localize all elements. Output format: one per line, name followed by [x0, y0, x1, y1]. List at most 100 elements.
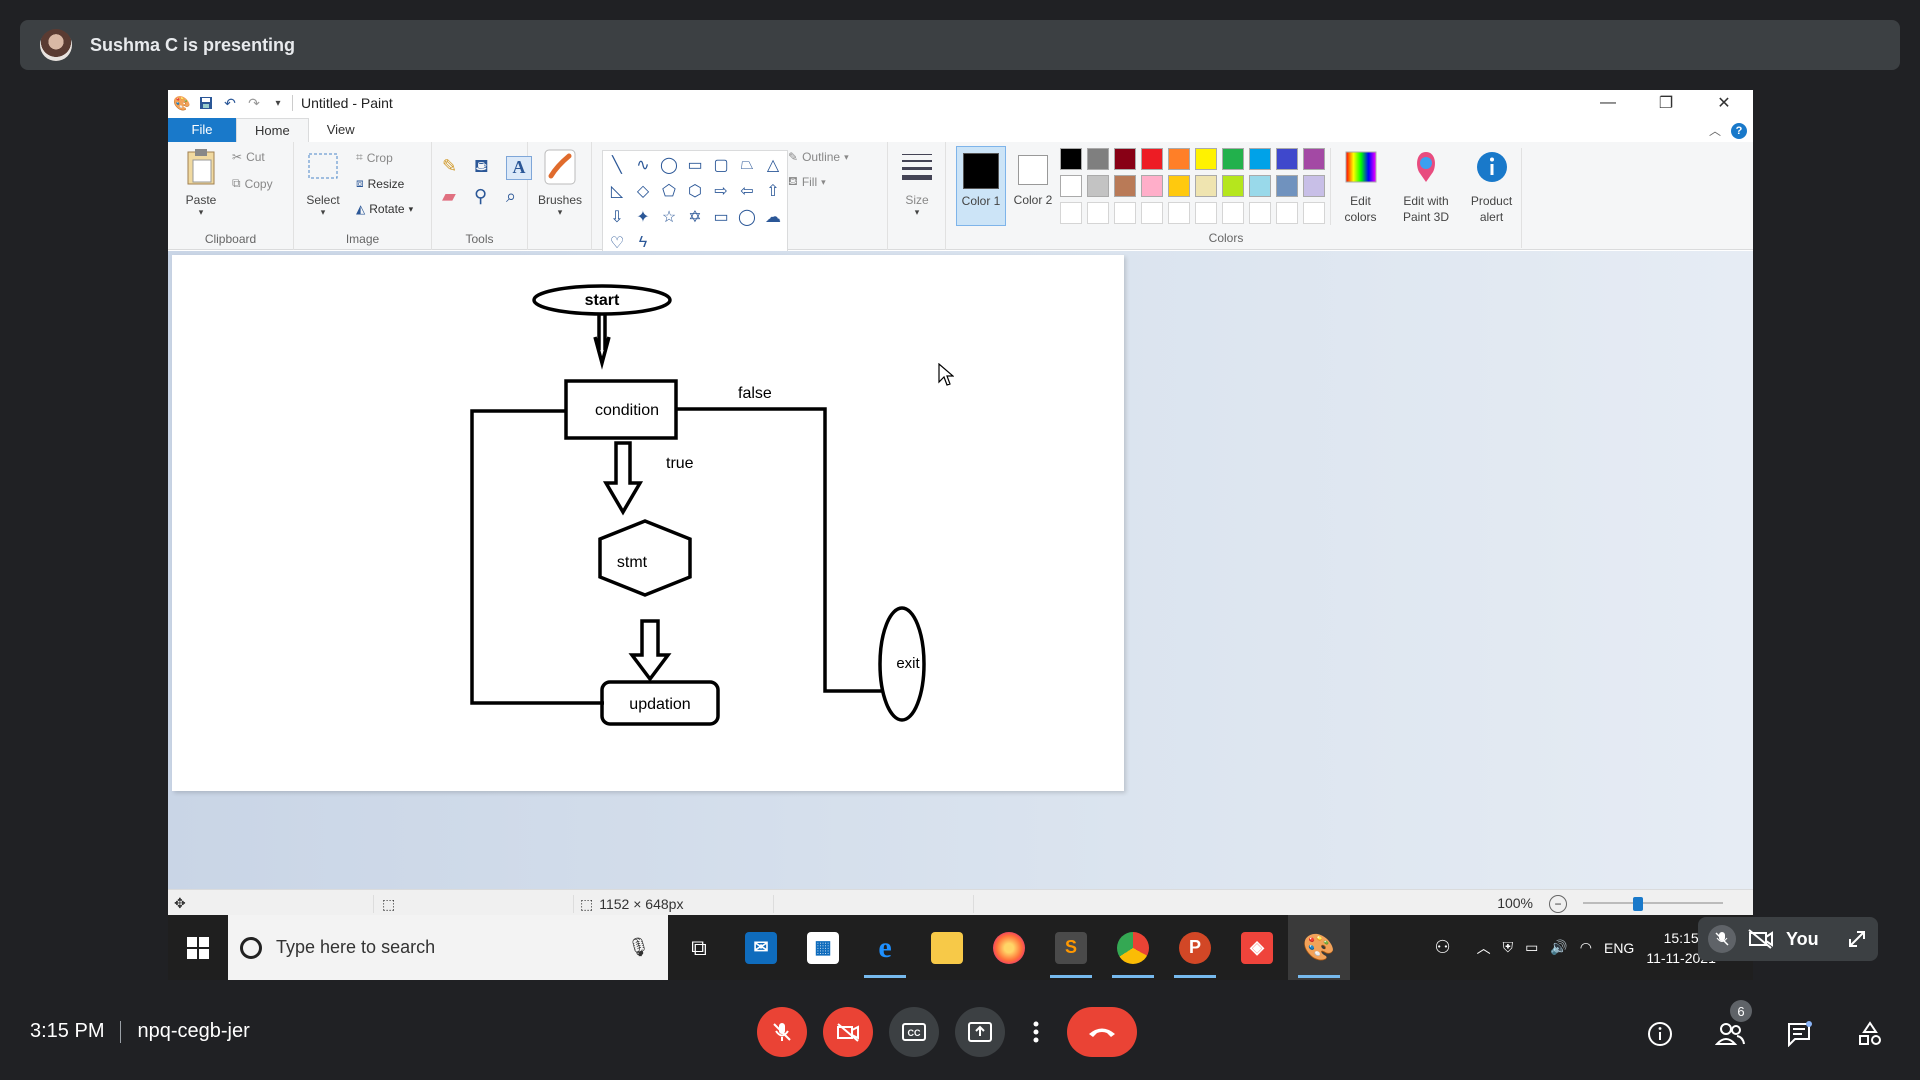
color-swatch[interactable]: [1141, 175, 1163, 197]
crop-button[interactable]: ⌗ Crop: [356, 150, 393, 165]
color-swatch[interactable]: [1168, 148, 1190, 170]
chat-button[interactable]: [1780, 1014, 1820, 1054]
more-options-button[interactable]: [1021, 1007, 1051, 1057]
color-swatch[interactable]: [1168, 175, 1190, 197]
taskbar-chrome[interactable]: [1102, 915, 1164, 980]
tab-file[interactable]: File: [168, 118, 236, 142]
size-button[interactable]: Size ▾: [894, 148, 940, 218]
redo-icon[interactable]: ↷: [246, 95, 262, 111]
taskbar-firefox[interactable]: [978, 915, 1040, 980]
security-icon[interactable]: ⛨: [1503, 939, 1514, 956]
taskbar-anydesk[interactable]: ◈: [1226, 915, 1288, 980]
fill-bucket-icon[interactable]: ⛾: [474, 156, 500, 180]
color-swatch[interactable]: [1222, 148, 1244, 170]
resize-button[interactable]: ⧈ Resize: [356, 176, 404, 191]
custom-color-swatch[interactable]: [1141, 202, 1163, 224]
leave-call-button[interactable]: [1067, 1007, 1137, 1057]
customize-quick-access-icon[interactable]: ▾: [270, 95, 286, 111]
copy-button[interactable]: ⧉ Copy: [232, 176, 273, 191]
custom-color-swatch[interactable]: [1303, 202, 1325, 224]
color-swatch[interactable]: [1303, 175, 1325, 197]
paste-button[interactable]: Paste ▾: [176, 148, 226, 218]
color-swatch[interactable]: [1222, 175, 1244, 197]
color-swatch[interactable]: [1060, 148, 1082, 170]
present-now-button[interactable]: [955, 1007, 1005, 1057]
tab-view[interactable]: View: [309, 118, 373, 142]
pencil-icon[interactable]: ✎: [442, 156, 468, 180]
language-indicator[interactable]: ENG: [1604, 940, 1634, 956]
undo-icon[interactable]: ↶: [222, 95, 238, 111]
self-view-tile[interactable]: You: [1698, 917, 1878, 961]
mic-toggle-button[interactable]: [757, 1007, 807, 1057]
activities-button[interactable]: [1850, 1014, 1890, 1054]
color-palette[interactable]: [1060, 148, 1325, 224]
taskbar-mail[interactable]: ✉: [730, 915, 792, 980]
meeting-details-button[interactable]: [1640, 1014, 1680, 1054]
fill-button[interactable]: ⛾ Fill ▾: [788, 174, 826, 190]
start-button[interactable]: [168, 915, 228, 980]
task-view-button[interactable]: ⧉: [668, 915, 730, 980]
volume-icon[interactable]: 🔊: [1550, 939, 1567, 956]
custom-color-swatch[interactable]: [1249, 202, 1271, 224]
color-swatch[interactable]: [1141, 148, 1163, 170]
shapes-gallery[interactable]: ╲ ∿ ◯ ▭ ▢ ⏢ △ ◺ ◇ ⬠ ⬡ ⇨ ⇦ ⇧ ⇩ ✦ ☆ ✡ ▭ ◯ ☁ ♡ ϟ: [602, 150, 788, 258]
save-icon[interactable]: [198, 95, 214, 111]
zoom-slider[interactable]: [1583, 897, 1723, 911]
taskbar-powerpoint[interactable]: P: [1164, 915, 1226, 980]
custom-color-swatch[interactable]: [1168, 202, 1190, 224]
edit-colors-button[interactable]: Edit colors: [1330, 148, 1390, 225]
custom-color-swatch[interactable]: [1195, 202, 1217, 224]
color-swatch[interactable]: [1303, 148, 1325, 170]
people-icon[interactable]: ⚇: [1434, 937, 1450, 958]
expand-icon[interactable]: [1846, 928, 1868, 950]
show-hidden-icons[interactable]: ︿: [1477, 938, 1491, 958]
battery-icon[interactable]: ▭: [1525, 939, 1538, 956]
paint-app-icon[interactable]: 🎨: [173, 95, 190, 111]
drawing-canvas[interactable]: start condition false true stmt updation…: [172, 255, 1124, 791]
help-icon[interactable]: ?: [1731, 122, 1747, 139]
eraser-icon[interactable]: ▰: [442, 186, 468, 207]
outline-button[interactable]: ✎ Outline ▾: [788, 150, 849, 164]
product-alert-button[interactable]: Product alert: [1462, 148, 1522, 248]
color-swatch[interactable]: [1060, 175, 1082, 197]
participants-button[interactable]: 6: [1710, 1000, 1752, 1054]
camera-toggle-button[interactable]: [823, 1007, 873, 1057]
restore-button[interactable]: ❐: [1637, 90, 1695, 116]
taskbar-store[interactable]: ▦: [792, 915, 854, 980]
taskbar-file-explorer[interactable]: [916, 915, 978, 980]
custom-color-swatch[interactable]: [1060, 202, 1082, 224]
color1-button[interactable]: Color 1: [956, 146, 1006, 226]
minimize-button[interactable]: —: [1579, 90, 1637, 116]
color2-button[interactable]: Color 2: [1008, 146, 1058, 226]
taskbar-search[interactable]: Type here to search 🎙: [228, 915, 668, 980]
custom-color-swatch[interactable]: [1276, 202, 1298, 224]
color-swatch[interactable]: [1249, 175, 1271, 197]
collapse-ribbon-icon[interactable]: ︿: [1709, 122, 1721, 139]
custom-color-swatch[interactable]: [1222, 202, 1244, 224]
rotate-button[interactable]: ◭ Rotate ▾: [356, 202, 413, 216]
color-swatch[interactable]: [1195, 175, 1217, 197]
color-swatch[interactable]: [1087, 148, 1109, 170]
wifi-icon[interactable]: ◠: [1580, 939, 1592, 956]
color-swatch[interactable]: [1276, 175, 1298, 197]
color-swatch[interactable]: [1249, 148, 1271, 170]
color-swatch[interactable]: [1114, 148, 1136, 170]
select-button[interactable]: Select ▾: [298, 148, 348, 218]
captions-button[interactable]: CC: [889, 1007, 939, 1057]
color-swatch[interactable]: [1087, 175, 1109, 197]
custom-color-swatch[interactable]: [1087, 202, 1109, 224]
custom-color-swatch[interactable]: [1114, 202, 1136, 224]
taskbar-paint[interactable]: 🎨: [1288, 915, 1350, 980]
color-swatch[interactable]: [1195, 148, 1217, 170]
tab-home[interactable]: Home: [236, 118, 309, 142]
color-picker-icon[interactable]: ⚲: [474, 186, 500, 207]
close-button[interactable]: ✕: [1695, 90, 1753, 116]
color-swatch[interactable]: [1114, 175, 1136, 197]
brushes-button[interactable]: Brushes ▾: [532, 148, 588, 218]
color-swatch[interactable]: [1276, 148, 1298, 170]
edit-paint3d-button[interactable]: Edit with Paint 3D: [1394, 148, 1458, 225]
taskbar-edge[interactable]: e: [854, 915, 916, 980]
zoom-out-button[interactable]: −: [1549, 895, 1567, 913]
cut-button[interactable]: ✂ Cut: [232, 150, 265, 164]
taskbar-sublime[interactable]: S: [1040, 915, 1102, 980]
